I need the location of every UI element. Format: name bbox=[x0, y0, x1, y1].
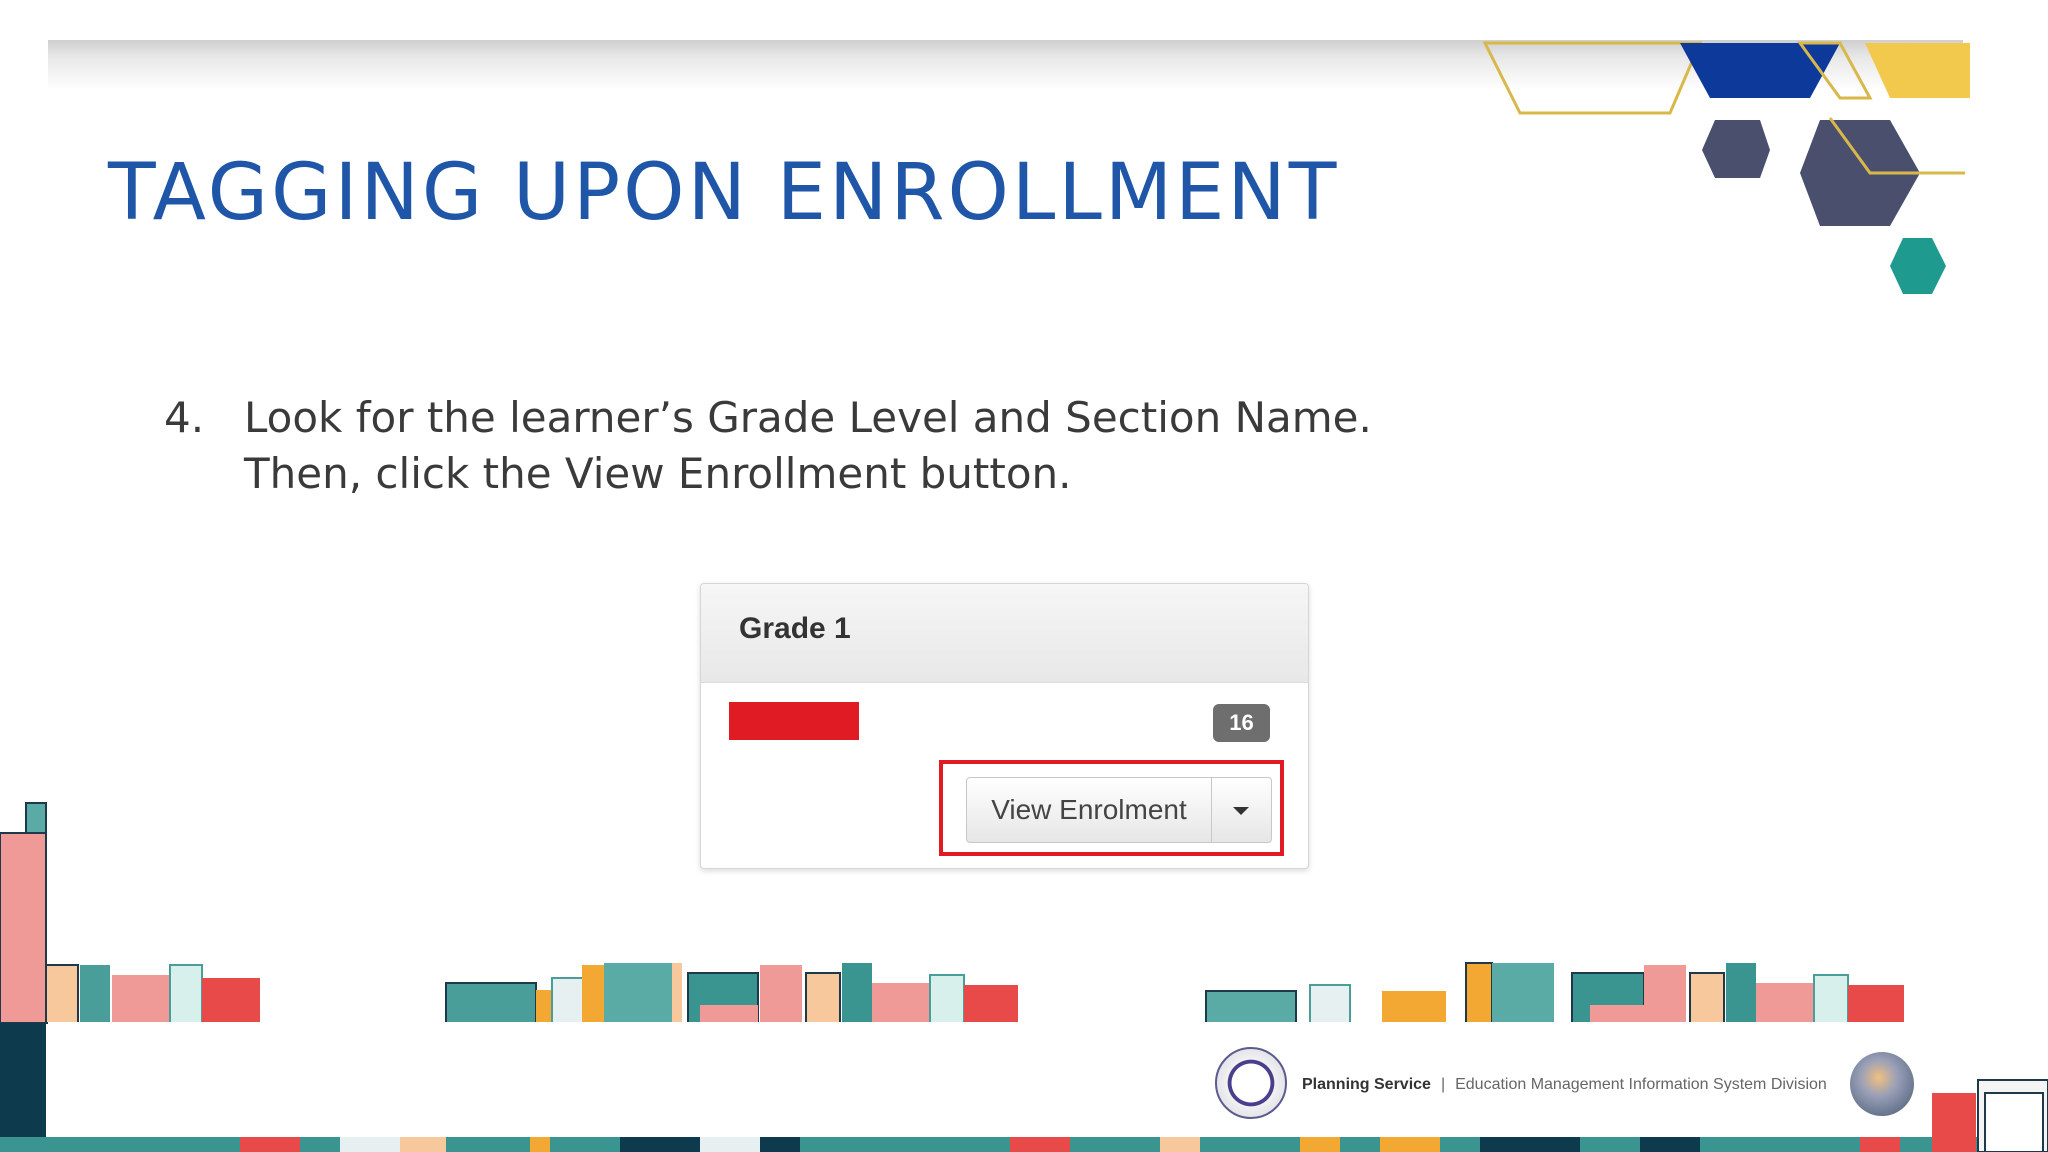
footer-caption: Planning Service | Education Management In… bbox=[1302, 1076, 1827, 1094]
deped-seal-icon bbox=[1215, 1047, 1287, 1119]
footer-division: Education Management Information System … bbox=[1455, 1076, 1827, 1093]
footer-office: Planning Service bbox=[1302, 1076, 1431, 1093]
emis-logo-icon bbox=[1850, 1052, 1914, 1116]
footer-separator: | bbox=[1440, 1076, 1446, 1093]
bookshelf-decoration bbox=[0, 802, 2048, 1152]
